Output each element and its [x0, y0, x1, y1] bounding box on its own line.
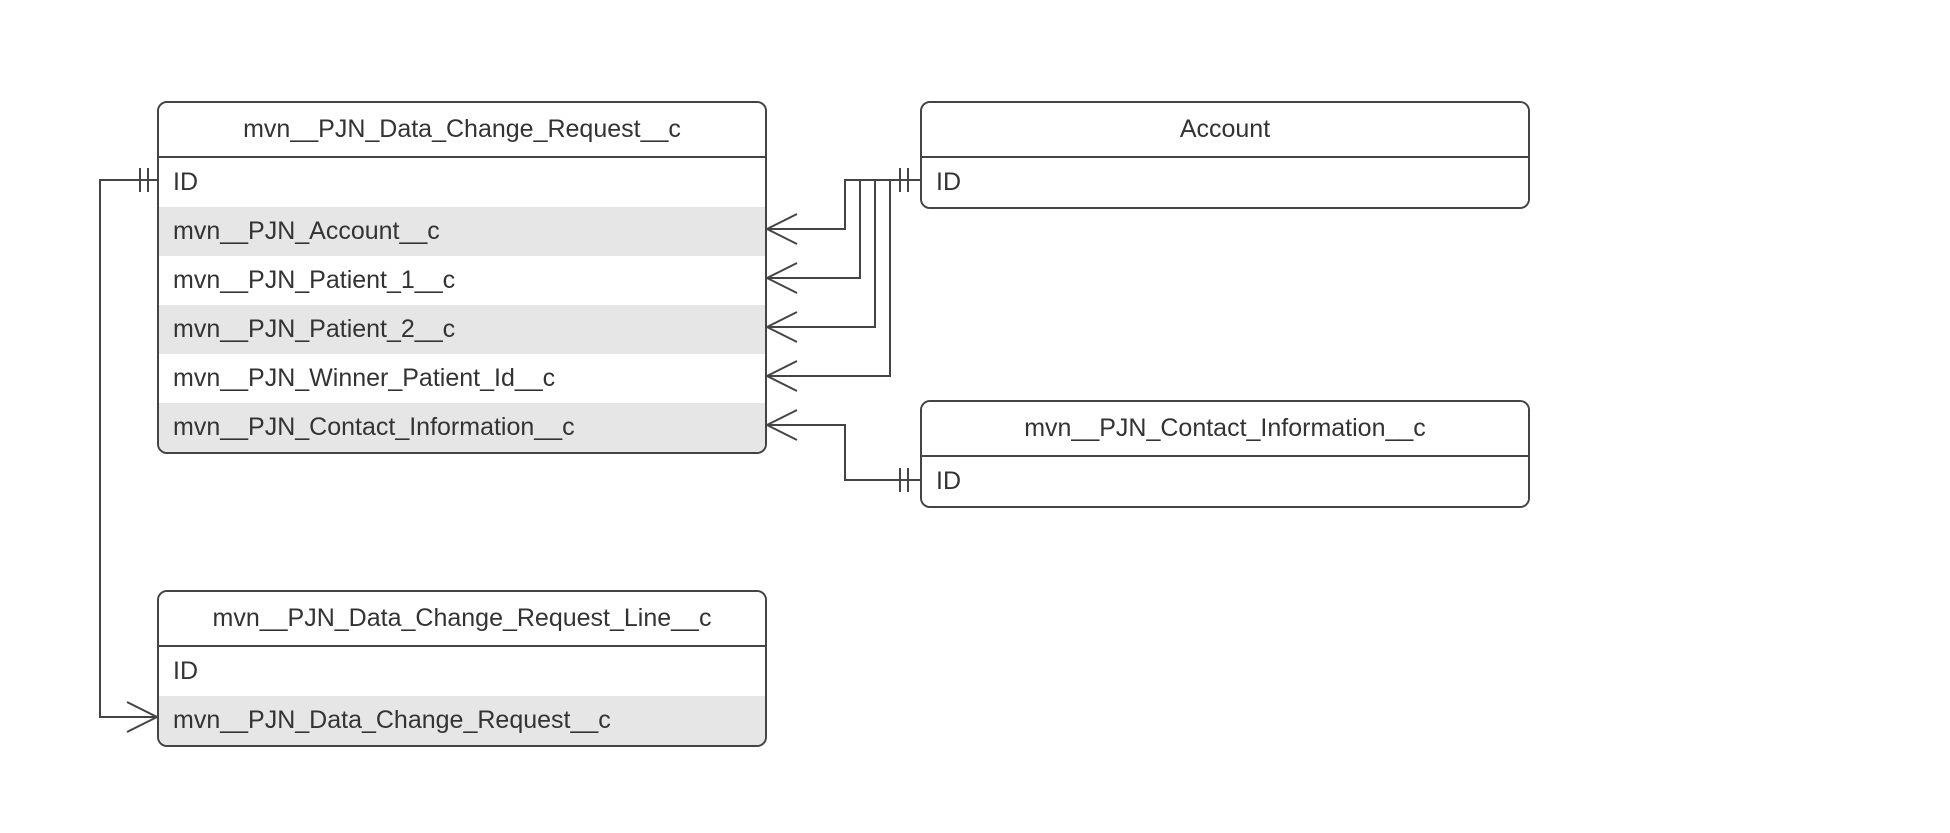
entity-dcrline-row-1: mvn__PJN_Data_Change_Request__c: [159, 696, 765, 745]
entity-dcr-row-5: mvn__PJN_Contact_Information__c: [159, 403, 765, 452]
rel-dcr-patient1-crow1: [767, 263, 797, 278]
rel-dcr-contactinfo-crow1: [767, 410, 797, 425]
rel-dcrline-dcr-crow2: [127, 717, 157, 732]
entity-contactinfo: mvn__PJN_Contact_Information__c ID: [920, 400, 1530, 508]
entity-dcr-row-0: ID: [159, 158, 765, 207]
entity-dcrline: mvn__PJN_Data_Change_Request_Line__c ID …: [157, 590, 767, 747]
entity-dcr-row-4: mvn__PJN_Winner_Patient_Id__c: [159, 354, 765, 403]
entity-dcr-row-3: mvn__PJN_Patient_2__c: [159, 305, 765, 354]
entity-dcr-title: mvn__PJN_Data_Change_Request__c: [159, 103, 765, 158]
rel-dcr-patient2-crow2: [767, 327, 797, 342]
rel-dcr-patient2: [767, 180, 875, 327]
rel-dcr-winner-crow2: [767, 376, 797, 391]
rel-dcr-contactinfo: [767, 425, 920, 480]
rel-dcrline-dcr-crow1: [127, 702, 157, 717]
rel-dcr-contactinfo-crow2: [767, 425, 797, 440]
entity-contactinfo-title: mvn__PJN_Contact_Information__c: [922, 402, 1528, 457]
entity-account: Account ID: [920, 101, 1530, 209]
entity-account-row-0: ID: [922, 158, 1528, 207]
rel-dcr-patient1-crow2: [767, 278, 797, 293]
rel-dcr-winner: [767, 180, 890, 376]
rel-dcrline-dcr: [100, 180, 157, 717]
entity-dcr-row-1: mvn__PJN_Account__c: [159, 207, 765, 256]
entity-contactinfo-row-0: ID: [922, 457, 1528, 506]
rel-dcr-account-crow2: [767, 229, 797, 244]
rel-dcr-account: [767, 180, 920, 229]
entity-dcrline-title: mvn__PJN_Data_Change_Request_Line__c: [159, 592, 765, 647]
rel-dcr-patient2-crow1: [767, 312, 797, 327]
entity-dcrline-row-0: ID: [159, 647, 765, 696]
rel-dcr-account-crow1: [767, 214, 797, 229]
rel-dcr-winner-crow1: [767, 361, 797, 376]
rel-dcr-patient1: [767, 180, 860, 278]
entity-dcr-row-2: mvn__PJN_Patient_1__c: [159, 256, 765, 305]
entity-dcr: mvn__PJN_Data_Change_Request__c ID mvn__…: [157, 101, 767, 454]
entity-account-title: Account: [922, 103, 1528, 158]
